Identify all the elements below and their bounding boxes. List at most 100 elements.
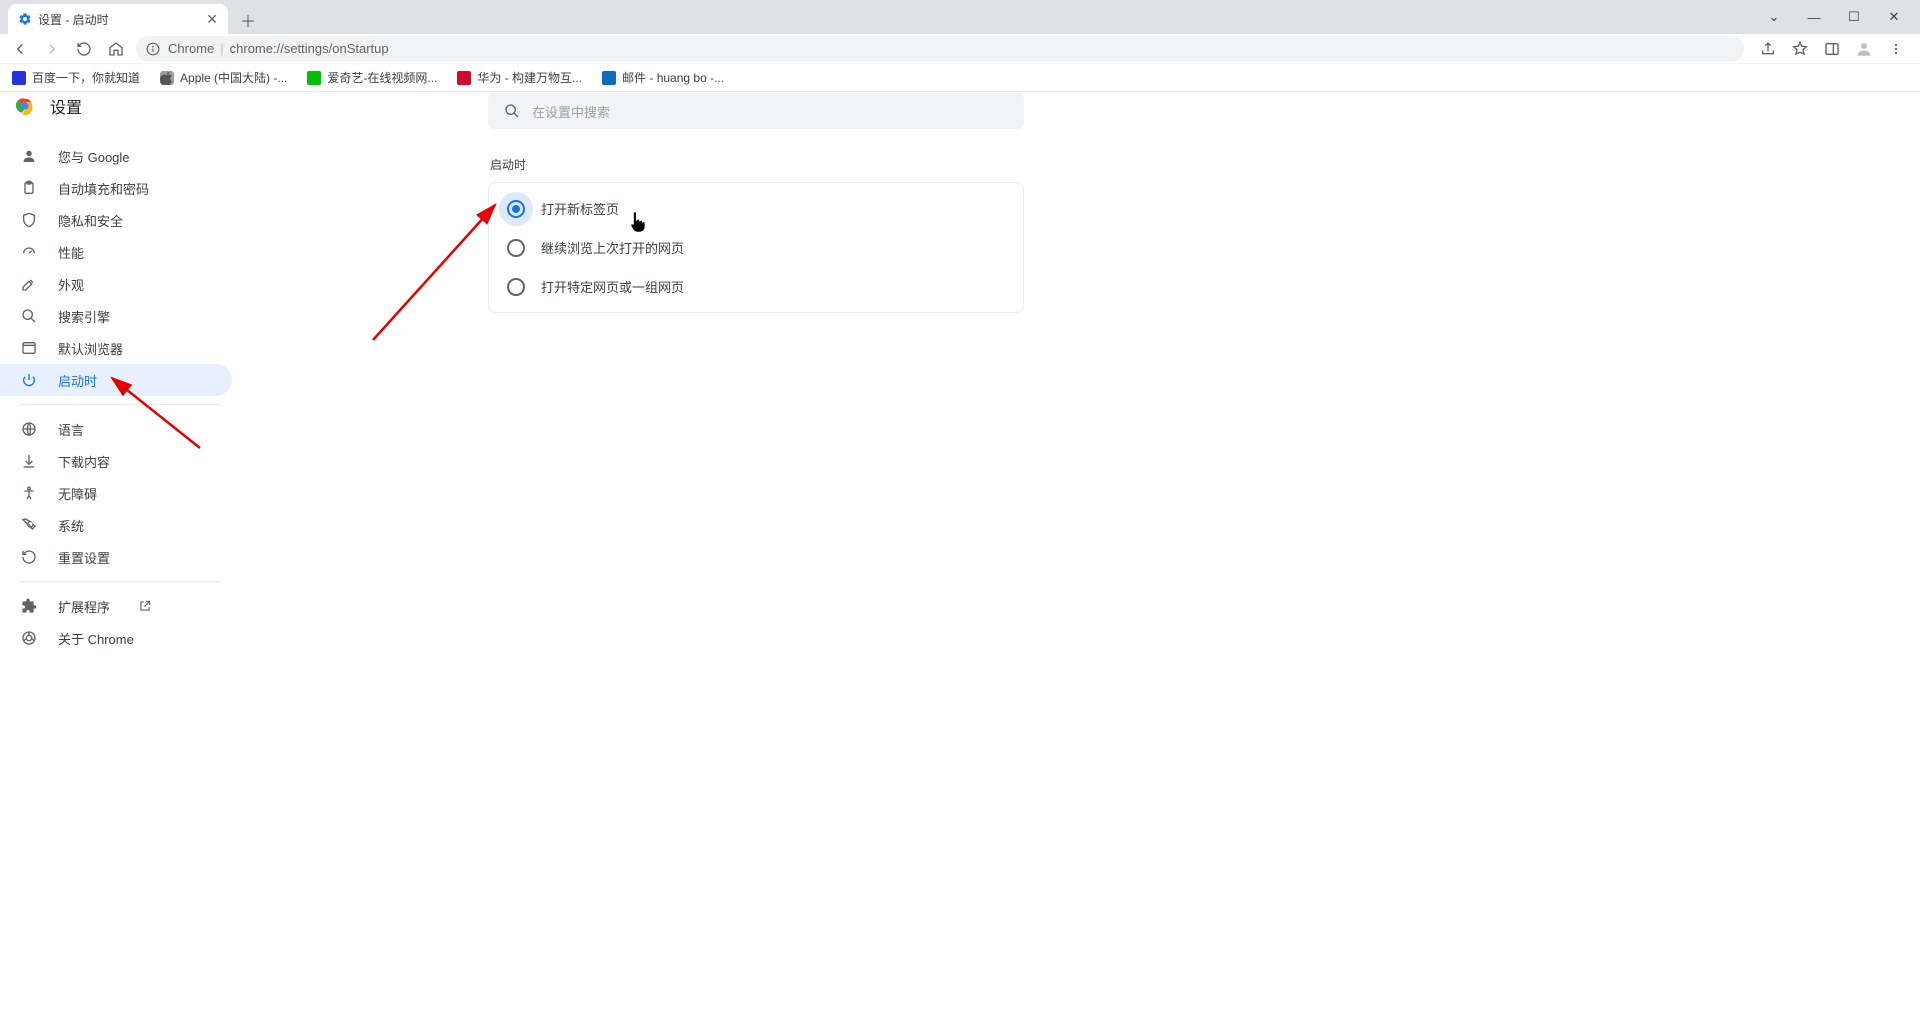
download-icon [20, 452, 38, 470]
sidebar-item-on-startup[interactable]: 启动时 [0, 364, 232, 396]
person-icon [20, 147, 38, 165]
home-button[interactable] [104, 37, 128, 61]
startup-option-new-tab[interactable]: 打开新标签页 [489, 189, 1023, 228]
option-label: 打开新标签页 [541, 199, 619, 218]
settings-search[interactable]: 在设置中搜索 [488, 93, 1024, 129]
search-icon [504, 103, 520, 119]
reload-button[interactable] [72, 37, 96, 61]
sidebar-item-search-engine[interactable]: 搜索引擎 [0, 300, 232, 332]
window-titlebar: 设置 - 启动时 ✕ ＋ ⌄ — ☐ ✕ [0, 0, 1920, 34]
bookmark-favicon [160, 71, 174, 85]
bookmark-favicon [602, 71, 616, 85]
settings-sidebar: 您与 Google 自动填充和密码 隐私和安全 性能 外观 搜索引擎 默认浏览器… [0, 140, 232, 654]
sidebar-item-autofill[interactable]: 自动填充和密码 [0, 172, 232, 204]
side-panel-icon[interactable] [1822, 39, 1842, 59]
sidebar-item-label: 您与 Google [58, 147, 130, 166]
sidebar-item-performance[interactable]: 性能 [0, 236, 232, 268]
option-label: 继续浏览上次打开的网页 [541, 238, 684, 257]
sidebar-item-label: 启动时 [58, 371, 97, 390]
sidebar-item-languages[interactable]: 语言 [0, 413, 232, 445]
bookmark-favicon [307, 71, 321, 85]
settings-header: 设置 [14, 94, 82, 118]
profile-avatar-icon[interactable] [1854, 39, 1874, 59]
bookmark-item[interactable]: Apple (中国大陆) -... [160, 69, 287, 86]
sidebar-item-label: 自动填充和密码 [58, 179, 149, 198]
sidebar-item-label: 扩展程序 [58, 597, 110, 616]
sidebar-item-label: 搜索引擎 [58, 307, 110, 326]
sidebar-item-label: 关于 Chrome [58, 629, 134, 648]
address-bar[interactable]: Chrome | chrome://settings/onStartup [136, 36, 1744, 62]
accessibility-icon [20, 484, 38, 502]
section-title: 启动时 [490, 156, 526, 173]
speedometer-icon [20, 243, 38, 261]
browser-window-icon [20, 339, 38, 357]
close-window-button[interactable]: ✕ [1882, 9, 1906, 25]
bookmark-item[interactable]: 百度一下，你就知道 [12, 69, 140, 86]
back-button[interactable] [8, 37, 32, 61]
radio-unchecked-icon[interactable] [507, 239, 525, 257]
window-controls: ⌄ — ☐ ✕ [1762, 0, 1920, 34]
minimize-button[interactable]: — [1802, 10, 1826, 25]
clipboard-icon [20, 179, 38, 197]
bookmarks-bar: 百度一下，你就知道 Apple (中国大陆) -... 爱奇艺-在线视频网...… [0, 64, 1920, 92]
radio-unchecked-icon[interactable] [507, 278, 525, 296]
sidebar-divider [20, 581, 220, 582]
startup-option-continue[interactable]: 继续浏览上次打开的网页 [489, 228, 1023, 267]
sidebar-item-label: 下载内容 [58, 452, 110, 471]
maximize-button[interactable]: ☐ [1842, 9, 1866, 25]
puzzle-icon [20, 597, 38, 615]
bookmark-star-icon[interactable] [1790, 39, 1810, 59]
sidebar-item-you-and-google[interactable]: 您与 Google [0, 140, 232, 172]
sidebar-item-reset[interactable]: 重置设置 [0, 541, 232, 573]
sidebar-item-label: 性能 [58, 243, 84, 262]
sidebar-item-label: 无障碍 [58, 484, 97, 503]
url-separator: | [220, 41, 223, 56]
sidebar-item-about-chrome[interactable]: 关于 Chrome [0, 622, 232, 654]
search-icon [20, 307, 38, 325]
bookmark-item[interactable]: 华为 - 构建万物互... [457, 69, 582, 86]
bookmark-label: 华为 - 构建万物互... [477, 69, 582, 86]
bookmark-item[interactable]: 邮件 - huang bo -... [602, 69, 724, 86]
page-title: 设置 [50, 94, 82, 118]
open-external-icon [138, 599, 152, 613]
chrome-outline-icon [20, 629, 38, 647]
new-tab-button[interactable]: ＋ [234, 6, 262, 34]
browser-tab[interactable]: 设置 - 启动时 ✕ [8, 4, 228, 34]
sidebar-item-extensions[interactable]: 扩展程序 [0, 590, 232, 622]
sidebar-item-label: 隐私和安全 [58, 211, 123, 230]
sidebar-item-default-browser[interactable]: 默认浏览器 [0, 332, 232, 364]
sidebar-item-system[interactable]: 系统 [0, 509, 232, 541]
toolbar-right [1752, 39, 1912, 59]
sidebar-item-downloads[interactable]: 下载内容 [0, 445, 232, 477]
sidebar-item-appearance[interactable]: 外观 [0, 268, 232, 300]
close-tab-icon[interactable]: ✕ [206, 12, 218, 26]
sidebar-item-label: 默认浏览器 [58, 339, 123, 358]
radio-checked-icon[interactable] [507, 200, 525, 218]
wrench-icon [20, 516, 38, 534]
kebab-menu-icon[interactable] [1886, 39, 1906, 59]
sidebar-item-label: 重置设置 [58, 548, 110, 567]
palette-icon [20, 275, 38, 293]
site-info-icon[interactable] [146, 42, 160, 56]
sidebar-item-label: 外观 [58, 275, 84, 294]
bookmark-label: 爱奇艺-在线视频网... [327, 69, 437, 86]
bookmark-favicon [12, 71, 26, 85]
bookmark-favicon [457, 71, 471, 85]
startup-options-card: 打开新标签页 继续浏览上次打开的网页 打开特定网页或一组网页 [488, 182, 1024, 313]
sidebar-item-privacy[interactable]: 隐私和安全 [0, 204, 232, 236]
tab-title: 设置 - 启动时 [38, 11, 109, 28]
shield-icon [20, 211, 38, 229]
forward-button[interactable] [40, 37, 64, 61]
power-icon [20, 371, 38, 389]
bookmark-label: 邮件 - huang bo -... [622, 69, 724, 86]
globe-icon [20, 420, 38, 438]
share-icon[interactable] [1758, 39, 1778, 59]
search-placeholder: 在设置中搜索 [532, 102, 610, 121]
startup-option-specific-pages[interactable]: 打开特定网页或一组网页 [489, 267, 1023, 306]
bookmark-item[interactable]: 爱奇艺-在线视频网... [307, 69, 437, 86]
option-label: 打开特定网页或一组网页 [541, 277, 684, 296]
bookmark-label: 百度一下，你就知道 [32, 69, 140, 86]
tabs-dropdown-icon[interactable]: ⌄ [1762, 9, 1786, 25]
sidebar-divider [20, 404, 220, 405]
sidebar-item-accessibility[interactable]: 无障碍 [0, 477, 232, 509]
